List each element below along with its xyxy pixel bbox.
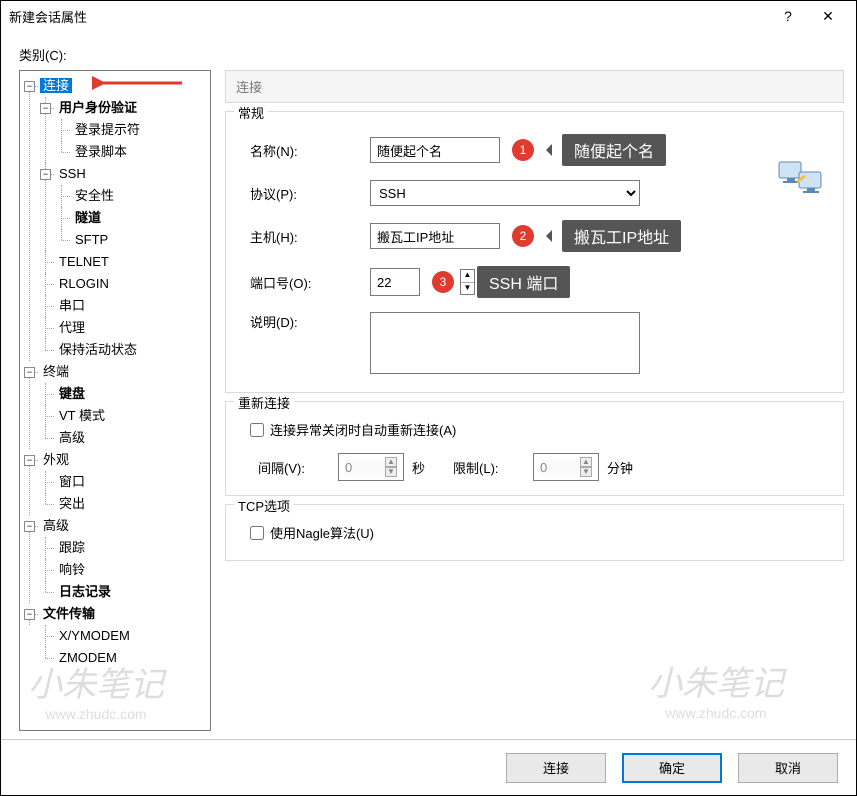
tree-ft[interactable]: 文件传输 (40, 606, 98, 621)
tree-highlight[interactable]: 突出 (56, 496, 88, 511)
tree-toggle[interactable]: − (24, 521, 35, 532)
tree-toggle[interactable]: − (24, 81, 35, 92)
tree-security[interactable]: 安全性 (72, 188, 117, 203)
group-reconnect: 重新连接 连接异常关闭时自动重新连接(A) 间隔(V): ▲▼ 秒 限制(L):… (225, 401, 844, 496)
tree-sftp[interactable]: SFTP (72, 232, 111, 247)
tree-keyboard[interactable]: 键盘 (56, 386, 88, 401)
tree-terminal[interactable]: 终端 (40, 364, 72, 379)
tree-bell[interactable]: 响铃 (56, 562, 88, 577)
nagle-checkbox[interactable] (250, 526, 264, 540)
tip-name: 随便起个名 (562, 134, 666, 166)
name-label: 名称(N): (250, 141, 370, 160)
name-input[interactable] (370, 137, 500, 163)
tree-keepalive[interactable]: 保持活动状态 (56, 342, 140, 357)
desc-label: 说明(D): (250, 312, 370, 331)
tree-toggle[interactable]: − (40, 103, 51, 114)
badge-2: 2 (512, 225, 534, 247)
category-label: 类别(C): (1, 31, 856, 70)
tree-tunnel[interactable]: 隧道 (72, 210, 104, 225)
tree-look[interactable]: 外观 (40, 452, 72, 467)
nagle-label: 使用Nagle算法(U) (270, 523, 374, 542)
badge-1: 1 (512, 139, 534, 161)
tree-ssh[interactable]: SSH (56, 166, 89, 181)
protocol-label: 协议(P): (250, 184, 370, 203)
cancel-button[interactable]: 取消 (738, 753, 838, 783)
auto-reconnect-checkbox[interactable] (250, 423, 264, 437)
badge-3: 3 (432, 271, 454, 293)
tree-adv2[interactable]: 高级 (40, 518, 72, 533)
tree-trace[interactable]: 跟踪 (56, 540, 88, 555)
tip-host: 搬瓦工IP地址 (562, 220, 681, 252)
session-icon (777, 158, 825, 201)
group-tcp: TCP选项 使用Nagle算法(U) (225, 504, 844, 561)
port-input[interactable] (377, 275, 417, 290)
interval-unit: 秒 (412, 458, 425, 477)
group-general: 常规 名称(N): 1 随便起个名 协议(P): (225, 111, 844, 393)
tree-zm[interactable]: ZMODEM (56, 650, 120, 665)
tree-toggle[interactable]: − (24, 455, 35, 466)
tree-proxy[interactable]: 代理 (56, 320, 88, 335)
limit-spinner: ▲▼ (533, 453, 599, 481)
ok-button[interactable]: 确定 (622, 753, 722, 783)
tree-log[interactable]: 日志记录 (56, 584, 114, 599)
category-tree[interactable]: −连接 −用户身份验证 登录提示符 登录脚本 −SSH 安全性 隧道 SFTP (19, 70, 211, 731)
watermark-url: www.zhudc.com (28, 706, 164, 722)
tree-rlogin[interactable]: RLOGIN (56, 276, 112, 291)
tree-prompt[interactable]: 登录提示符 (72, 122, 143, 137)
tip-port: SSH 端口 (477, 266, 570, 298)
interval-spinner: ▲▼ (338, 453, 404, 481)
watermark: 小朱笔记 (648, 656, 784, 705)
help-button[interactable]: ? (768, 1, 808, 31)
interval-label: 间隔(V): (258, 458, 338, 477)
tree-script[interactable]: 登录脚本 (72, 144, 130, 159)
tree-toggle[interactable]: − (24, 367, 35, 378)
close-button[interactable]: ✕ (808, 1, 848, 31)
legend-general: 常规 (234, 103, 268, 122)
tree-adv1[interactable]: 高级 (56, 430, 88, 445)
tree-xy[interactable]: X/YMODEM (56, 628, 133, 643)
limit-label: 限制(L): (453, 458, 533, 477)
tree-toggle[interactable]: − (40, 169, 51, 180)
tree-vt[interactable]: VT 模式 (56, 408, 108, 423)
tree-connection[interactable]: 连接 (40, 78, 72, 93)
desc-textarea[interactable] (370, 312, 640, 374)
legend-tcp: TCP选项 (234, 496, 294, 515)
watermark-url: www.zhudc.com (648, 705, 784, 721)
tree-serial[interactable]: 串口 (56, 298, 88, 313)
port-spinner[interactable]: ▲▼ (460, 269, 475, 295)
host-input[interactable] (370, 223, 500, 249)
connect-button[interactable]: 连接 (506, 753, 606, 783)
tree-auth[interactable]: 用户身份验证 (56, 100, 140, 115)
dialog-title: 新建会话属性 (9, 7, 768, 26)
tree-telnet[interactable]: TELNET (56, 254, 112, 269)
limit-unit: 分钟 (607, 458, 633, 477)
auto-reconnect-label: 连接异常关闭时自动重新连接(A) (270, 420, 456, 439)
host-label: 主机(H): (250, 227, 370, 246)
port-label: 端口号(O): (250, 273, 370, 292)
legend-reconnect: 重新连接 (234, 393, 294, 412)
panel-heading: 连接 (225, 70, 844, 103)
protocol-select[interactable]: SSH (370, 180, 640, 206)
tree-window[interactable]: 窗口 (56, 474, 88, 489)
tree-toggle[interactable]: − (24, 609, 35, 620)
